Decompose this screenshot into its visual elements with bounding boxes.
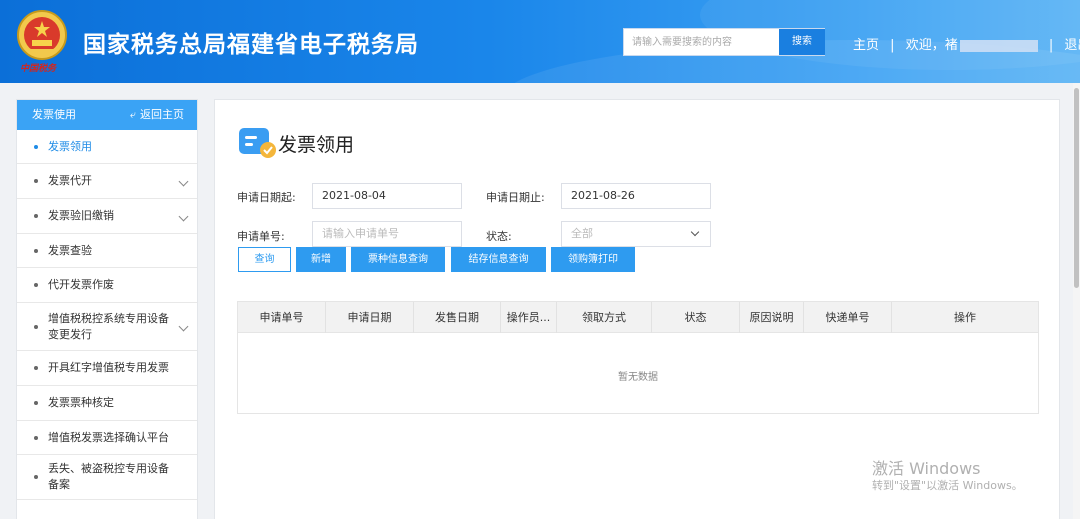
sidebar-menu: 发票领用发票代开发票验旧缴销 发票查验代开发票作废增值税税控系统专用设备变更发行开…	[17, 130, 197, 500]
end-date-label: 申请日期止:	[486, 191, 545, 204]
sidebar-item[interactable]: 增值税发票选择确认平台	[17, 421, 197, 455]
emblem-caption: 中国税务	[20, 64, 57, 74]
windows-activation-hint: 转到"设置"以激活 Windows。	[872, 479, 1023, 492]
home-link[interactable]: 主页	[853, 34, 879, 53]
sidebar-item[interactable]: 丢失、被盗税控专用设备备案	[17, 455, 197, 500]
chevron-down-icon	[690, 227, 700, 237]
column-header: 领取方式	[557, 302, 652, 333]
bullet-icon	[34, 324, 38, 329]
sidebar-header: 发票使用 ⤶ 返回主页	[17, 100, 197, 130]
logout-link[interactable]: 退出	[1064, 34, 1080, 53]
welcome-text: 欢迎，	[905, 38, 945, 53]
sidebar-item[interactable]: 代开发票作废	[17, 268, 197, 303]
back-arrow-icon: ⤶	[129, 108, 136, 121]
windows-activation-title: 激活 Windows	[872, 459, 981, 478]
order-no-label: 申请单号:	[237, 230, 285, 243]
empty-state: 暂无数据	[618, 372, 658, 383]
sidebar: 发票使用 ⤶ 返回主页 发票领用发票代开发票验旧缴销 发票查验代开发票作废增值税税控…	[16, 99, 198, 519]
search-input[interactable]	[624, 29, 778, 55]
chevron-down-icon[interactable]	[178, 211, 189, 221]
back-home-label: 返回主页	[140, 108, 184, 121]
search-box: 搜索	[623, 28, 825, 56]
bullet-icon	[34, 401, 38, 405]
column-header: 快递单号	[804, 302, 892, 333]
top-header: 中国税务 国家税务总局福建省电子税务局 搜索 主页 | 欢迎，褚 | 退出	[0, 0, 1080, 83]
status-label: 状态:	[486, 230, 512, 243]
order-no-input[interactable]: 请输入申请单号	[312, 221, 462, 247]
query-button[interactable]: 查询	[238, 247, 291, 272]
bullet-icon	[34, 283, 38, 287]
user-initial: 褚	[944, 38, 958, 53]
sidebar-item[interactable]: 发票代开	[17, 164, 197, 199]
column-header: 状态	[652, 302, 740, 333]
column-header: 操作	[954, 311, 976, 324]
purchase-book-print-button[interactable]: 领购簿打印	[551, 247, 635, 272]
tax-emblem-icon	[17, 10, 67, 60]
sidebar-item-label: 发票验旧缴销	[48, 209, 114, 222]
sidebar-item-label: 发票领用	[48, 139, 92, 153]
sidebar-item-label: 丢失、被盗税控专用设备备案	[48, 462, 169, 491]
sidebar-item-label: 发票代开	[48, 174, 92, 187]
sidebar-item[interactable]: 发票查验	[17, 234, 197, 268]
sidebar-item-label: 代开发票作废	[48, 278, 114, 291]
sidebar-item-label: 开具红字增值税专用发票	[48, 361, 169, 374]
results-table: 申请单号 申请日期 发售日期 操作员... 领取方式 状态 原因说明 快递单号 操作 暂无数据	[237, 301, 1039, 414]
sidebar-item-label: 增值税发票选择确认平台	[48, 430, 169, 444]
sidebar-item[interactable]: 开具红字增值税专用发票	[17, 351, 197, 386]
column-header: 申请日期	[326, 302, 414, 333]
status-select-value: 全部	[571, 227, 593, 240]
header-nav: 主页 | 欢迎，褚 | 退出	[853, 34, 1080, 53]
end-date-input[interactable]: 2021-08-26	[561, 183, 711, 209]
sidebar-item[interactable]: 发票领用	[17, 130, 197, 164]
site-title: 国家税务总局福建省电子税务局	[83, 32, 419, 58]
column-header: 原因说明	[740, 302, 804, 333]
nav-separator: |	[1048, 38, 1054, 53]
sidebar-item-label: 发票票种核定	[48, 396, 114, 409]
column-header: 操作员...	[501, 302, 557, 333]
status-select[interactable]: 全部	[561, 221, 711, 247]
bullet-icon	[34, 435, 38, 440]
chevron-down-icon[interactable]	[178, 176, 189, 186]
bullet-icon	[34, 248, 38, 253]
sidebar-item[interactable]: 增值税税控系统专用设备变更发行	[17, 303, 197, 351]
sidebar-title: 发票使用	[32, 108, 76, 121]
column-header: 申请单号	[238, 302, 326, 333]
back-home-link[interactable]: ⤶ 返回主页	[130, 100, 184, 130]
nav-separator: |	[890, 38, 895, 53]
invoice-icon	[239, 128, 276, 158]
sidebar-item[interactable]: 发票票种核定	[17, 386, 197, 421]
bullet-icon	[34, 179, 38, 183]
chevron-down-icon[interactable]	[178, 321, 189, 332]
sidebar-item[interactable]: 发票验旧缴销	[17, 199, 197, 234]
sidebar-item-label: 发票查验	[48, 243, 92, 257]
bullet-icon	[34, 366, 38, 370]
search-button[interactable]: 搜索	[779, 29, 825, 55]
table-header: 申请单号 申请日期 发售日期 操作员... 领取方式 状态 原因说明 快递单号 操作	[238, 302, 1038, 333]
column-header: 发售日期	[414, 302, 501, 333]
page-title: 发票领用	[278, 134, 355, 156]
start-date-input[interactable]: 2021-08-04	[312, 183, 462, 209]
start-date-label: 申请日期起:	[237, 191, 296, 204]
bullet-icon	[34, 475, 38, 479]
add-button[interactable]: 新增	[296, 247, 346, 272]
type-info-query-button[interactable]: 票种信息查询	[351, 247, 445, 272]
bullet-icon	[34, 214, 38, 218]
page-scrollbar-thumb[interactable]	[1074, 88, 1079, 288]
username-redacted	[959, 39, 1038, 52]
sidebar-item-label: 增值税税控系统专用设备变更发行	[48, 311, 169, 341]
stock-info-query-button[interactable]: 结存信息查询	[451, 247, 546, 272]
bullet-icon	[34, 144, 38, 149]
